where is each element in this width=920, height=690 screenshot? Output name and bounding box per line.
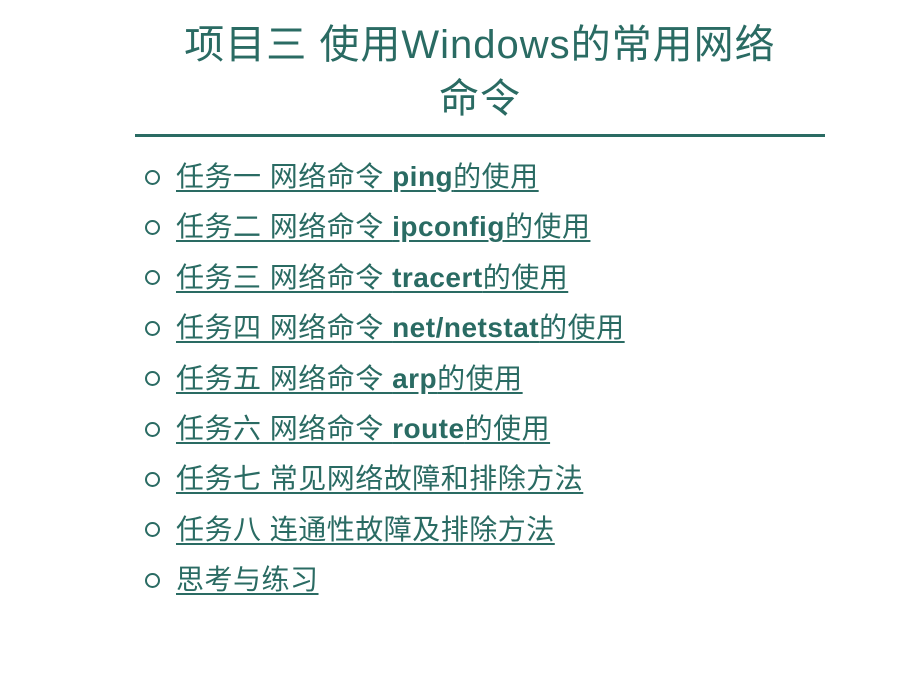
task-link-4[interactable]: 任务四 网络命令 net/netstat的使用: [176, 310, 625, 346]
slide: 项目三 使用Windows的常用网络命令 任务一 网络命令 ping的使用 任务…: [0, 18, 920, 690]
bullet-icon: [145, 573, 160, 588]
task-link-6[interactable]: 任务六 网络命令 route的使用: [176, 411, 550, 447]
list-item: 任务四 网络命令 net/netstat的使用: [145, 310, 920, 346]
list-item: 任务二 网络命令 ipconfig的使用: [145, 209, 920, 245]
bullet-icon: [145, 472, 160, 487]
link-bold: tracert: [392, 262, 483, 293]
bullet-icon: [145, 270, 160, 285]
task-list: 任务一 网络命令 ping的使用 任务二 网络命令 ipconfig的使用 任务…: [145, 159, 920, 599]
link-prefix: 任务三 网络命令: [176, 262, 392, 293]
link-suffix: 的使用: [453, 161, 539, 192]
bullet-icon: [145, 371, 160, 386]
task-link-9[interactable]: 思考与练习: [176, 562, 319, 598]
task-link-1[interactable]: 任务一 网络命令 ping的使用: [176, 159, 539, 195]
list-item: 思考与练习: [145, 562, 920, 598]
list-item: 任务三 网络命令 tracert的使用: [145, 260, 920, 296]
bullet-icon: [145, 422, 160, 437]
link-prefix: 任务五 网络命令: [176, 363, 392, 394]
link-prefix: 任务六 网络命令: [176, 413, 392, 444]
link-bold: route: [392, 413, 465, 444]
task-link-8[interactable]: 任务八 连通性故障及排除方法: [176, 512, 555, 548]
bullet-icon: [145, 321, 160, 336]
link-suffix: 的使用: [465, 413, 551, 444]
task-link-3[interactable]: 任务三 网络命令 tracert的使用: [176, 260, 568, 296]
title-block: 项目三 使用Windows的常用网络命令: [135, 18, 825, 137]
link-suffix: 的使用: [437, 363, 523, 394]
content-area: 任务一 网络命令 ping的使用 任务二 网络命令 ipconfig的使用 任务…: [0, 137, 920, 599]
task-link-5[interactable]: 任务五 网络命令 arp的使用: [176, 361, 523, 397]
list-item: 任务六 网络命令 route的使用: [145, 411, 920, 447]
list-item: 任务八 连通性故障及排除方法: [145, 512, 920, 548]
link-bold: arp: [392, 363, 437, 394]
bullet-icon: [145, 220, 160, 235]
bullet-icon: [145, 170, 160, 185]
task-link-2[interactable]: 任务二 网络命令 ipconfig的使用: [176, 209, 590, 245]
link-bold: net/netstat: [392, 312, 539, 343]
slide-title: 项目三 使用Windows的常用网络命令: [165, 18, 795, 126]
link-prefix: 任务七 常见网络故障和排除方法: [176, 463, 583, 494]
link-prefix: 任务八 连通性故障及排除方法: [176, 514, 555, 545]
task-link-7[interactable]: 任务七 常见网络故障和排除方法: [176, 461, 583, 497]
link-bold: ipconfig: [392, 211, 505, 242]
list-item: 任务七 常见网络故障和排除方法: [145, 461, 920, 497]
link-prefix: 任务二 网络命令: [176, 211, 392, 242]
link-bold: ping: [392, 161, 453, 192]
link-prefix: 任务一 网络命令: [176, 161, 392, 192]
list-item: 任务五 网络命令 arp的使用: [145, 361, 920, 397]
link-suffix: 的使用: [483, 262, 569, 293]
link-prefix: 任务四 网络命令: [176, 312, 392, 343]
link-prefix: 思考与练习: [176, 564, 319, 595]
list-item: 任务一 网络命令 ping的使用: [145, 159, 920, 195]
bullet-icon: [145, 522, 160, 537]
link-suffix: 的使用: [505, 211, 591, 242]
link-suffix: 的使用: [539, 312, 625, 343]
